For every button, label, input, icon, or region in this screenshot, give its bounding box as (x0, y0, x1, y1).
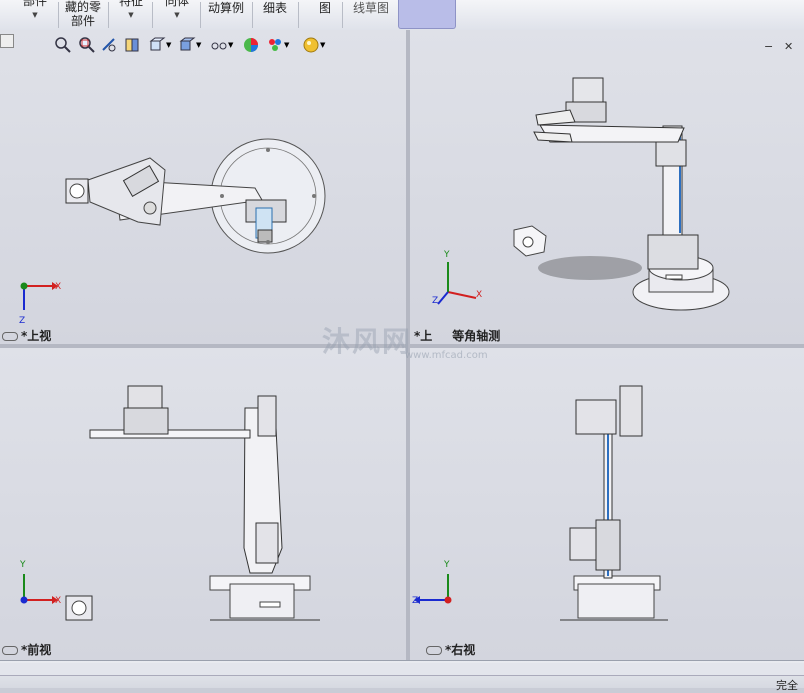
previous-view-icon[interactable] (100, 36, 118, 54)
triad-z-label: Z (412, 596, 419, 606)
triad-y-label: Y (20, 560, 26, 570)
edit-appearance-icon[interactable] (242, 36, 260, 54)
zoom-area-icon[interactable] (78, 36, 96, 54)
triad-y-label: Y (444, 560, 450, 570)
toolbar-item-label: 特征 (118, 0, 143, 8)
dropdown-arrow-icon: ▼ (174, 11, 180, 19)
watermark-logo: 沐风网 (322, 325, 413, 358)
top-view-model (20, 138, 326, 310)
toolbar-item-view[interactable]: 图 (312, 0, 338, 30)
toolbar-item-label: 藏的零 (64, 0, 101, 14)
toolbar-separator (298, 2, 299, 28)
triad-y-label: Y (444, 250, 450, 260)
glasses-icon (2, 332, 18, 341)
viewport-right[interactable]: Y Z *右视 (410, 348, 804, 660)
toolbar-item-sketch[interactable]: 线草图 (350, 0, 392, 30)
dropdown-arrow-icon: ▼ (128, 11, 134, 19)
close-icon[interactable]: ✕ (784, 40, 793, 53)
dropdown-arrow-icon[interactable]: ▼ (228, 41, 233, 49)
command-manager-toolbar: 部件 ▼ 藏的零 部件 特征 ▼ 同体 ▼ 动算例 细表 图 线草图 (0, 0, 804, 31)
viewport-label-isometric: *上 等角轴测 (414, 329, 501, 343)
triad-x-label: X (476, 290, 483, 300)
viewport-label-front: *前视 (2, 641, 51, 658)
toolbar-separator (152, 2, 153, 28)
dropdown-arrow-icon: ▼ (32, 11, 38, 19)
section-view-icon[interactable] (124, 36, 142, 54)
viewport-isometric[interactable]: Y X Z *上 等角轴测 (410, 30, 804, 344)
triad-x-label: X (55, 596, 62, 606)
toolbar-separator (200, 2, 201, 28)
view-settings-icon[interactable] (302, 36, 320, 54)
toolbar-item-label-line2: 部件 (70, 14, 95, 28)
front-view-model (20, 385, 320, 621)
dropdown-arrow-icon[interactable]: ▼ (166, 41, 171, 49)
toolbar-separator (58, 2, 59, 28)
status-bar: 完全 (0, 660, 804, 692)
dropdown-arrow-icon[interactable]: ▼ (196, 41, 201, 49)
toolbar-item-label: 同体 (164, 0, 189, 8)
zoom-to-fit-icon[interactable] (54, 36, 72, 54)
viewport-corner-box[interactable] (0, 34, 14, 48)
toolbar-item-mate[interactable]: 同体 ▼ (160, 0, 194, 30)
isometric-view-model (437, 77, 730, 311)
status-text: 完全 (776, 679, 798, 692)
toolbar-separator (108, 2, 109, 28)
toolbar-item-label: 细表 (262, 1, 287, 15)
toolbar-item-bom[interactable]: 细表 (258, 0, 292, 30)
glasses-icon (2, 646, 18, 655)
toolbar-item-label: 线草图 (352, 1, 389, 15)
toolbar-item-features[interactable]: 特征 ▼ (114, 0, 148, 30)
triad-z-label: Z (19, 316, 26, 326)
viewport-front[interactable]: Y X *前视 (0, 348, 406, 660)
heads-up-view-toolbar: ▼ ▼ ▼ ▼ ▼ (54, 36, 334, 56)
toolbar-active-tab[interactable] (398, 0, 456, 29)
watermark-url: www.mfcad.com (405, 350, 488, 361)
horizontal-scrollbar[interactable] (0, 663, 804, 676)
toolbar-item-label: 部件 (22, 0, 47, 8)
minimize-icon[interactable]: − (764, 40, 773, 53)
view-orientation-icon[interactable] (148, 36, 166, 54)
viewport-top[interactable]: X Z *上视 (0, 30, 406, 344)
glasses-icon (426, 646, 442, 655)
apply-scene-icon[interactable] (266, 36, 284, 54)
toolbar-item-hidden-components[interactable]: 藏的零 部件 (62, 0, 104, 30)
toolbar-item-motion-study[interactable]: 动算例 (204, 0, 248, 30)
toolbar-separator (342, 2, 343, 28)
dropdown-arrow-icon[interactable]: ▼ (284, 41, 289, 49)
toolbar-item-assembly[interactable]: 部件 ▼ (18, 0, 52, 30)
viewport-label-top: *上视 (2, 327, 51, 344)
dropdown-arrow-icon[interactable]: ▼ (320, 41, 325, 49)
triad-z-label: Z (432, 296, 439, 306)
hide-show-icon[interactable] (210, 36, 228, 54)
display-style-icon[interactable] (178, 36, 196, 54)
viewport-label-right: *右视 (426, 641, 475, 658)
triad-x-label: X (55, 282, 62, 292)
toolbar-separator (252, 2, 253, 28)
right-view-model (414, 385, 668, 621)
toolbar-item-label: 图 (318, 1, 331, 15)
toolbar-item-label: 动算例 (207, 1, 244, 15)
